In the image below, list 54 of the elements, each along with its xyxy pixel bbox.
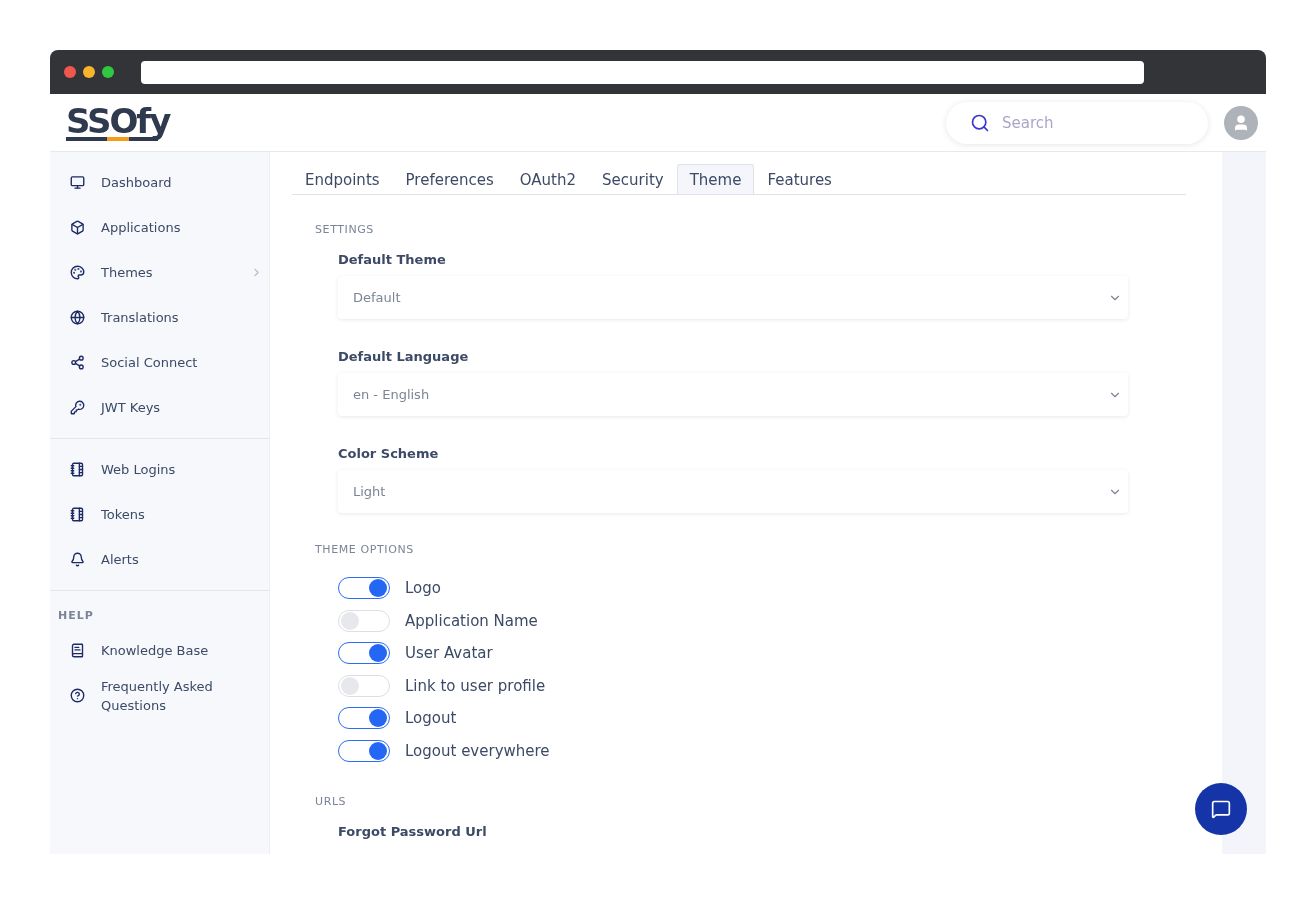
toggle-label: Link to user profile bbox=[405, 676, 546, 695]
cube-icon bbox=[70, 220, 85, 235]
sidebar-item[interactable]: Applications bbox=[50, 205, 269, 250]
address-bar[interactable] bbox=[141, 60, 1144, 84]
toggle-label: Application Name bbox=[405, 611, 538, 630]
search-field[interactable]: Search bbox=[946, 101, 1208, 144]
sidebar-item[interactable]: JWT Keys bbox=[50, 385, 269, 430]
select-field[interactable]: en - English bbox=[338, 373, 1128, 416]
close-dot[interactable] bbox=[64, 66, 76, 78]
search-icon bbox=[970, 112, 990, 133]
palette-icon bbox=[70, 265, 85, 280]
sidebar-item[interactable]: Social Connect bbox=[50, 340, 269, 385]
tab[interactable]: OAuth2 bbox=[506, 164, 590, 194]
sidebar-item[interactable]: Frequently Asked Questions bbox=[50, 673, 269, 718]
toggle-label: Logo bbox=[405, 579, 441, 598]
tab[interactable]: Features bbox=[754, 164, 845, 194]
toggle-label: Logout everywhere bbox=[405, 741, 550, 760]
sidebar-item[interactable]: Themes bbox=[50, 250, 269, 295]
tab[interactable]: Security bbox=[589, 164, 677, 194]
select-field[interactable]: Default bbox=[338, 276, 1128, 319]
chat-icon bbox=[1211, 799, 1231, 819]
sidebar-item[interactable]: Knowledge Base bbox=[50, 628, 269, 673]
help-icon bbox=[70, 688, 85, 703]
sidebar-item[interactable]: Dashboard bbox=[50, 160, 269, 205]
globe-icon bbox=[70, 310, 85, 325]
bell-icon bbox=[70, 552, 85, 567]
section-title: HELP bbox=[57, 608, 95, 624]
book-icon bbox=[70, 643, 85, 658]
sidebar-item[interactable]: Translations bbox=[50, 295, 269, 340]
sidebar-item[interactable]: Tokens bbox=[50, 492, 269, 537]
user-icon bbox=[1232, 113, 1250, 132]
field-label: Default Language bbox=[338, 349, 470, 364]
field-label: Default Theme bbox=[338, 252, 447, 267]
tab[interactable]: Endpoints bbox=[292, 164, 393, 194]
toggle-label: User Avatar bbox=[405, 644, 493, 663]
section-title: THEME OPTIONS bbox=[315, 543, 415, 556]
monitor-icon bbox=[70, 175, 85, 190]
select-field[interactable]: Light bbox=[338, 470, 1128, 513]
toggle-label: Logout bbox=[405, 709, 457, 728]
field-label: Color Scheme bbox=[338, 446, 440, 461]
section-title: URLS bbox=[315, 795, 348, 808]
tab[interactable]: Preferences bbox=[392, 164, 507, 194]
tab[interactable]: Theme bbox=[676, 164, 755, 194]
share-icon bbox=[70, 355, 85, 370]
maximize-dot[interactable] bbox=[102, 66, 114, 78]
sidebar-item[interactable]: Alerts bbox=[50, 537, 269, 582]
logo: SSOfy bbox=[66, 104, 170, 141]
notebook-icon bbox=[70, 507, 85, 522]
field-label: Forgot Password Url bbox=[338, 824, 488, 839]
minimize-dot[interactable] bbox=[83, 66, 95, 78]
notebook-icon bbox=[70, 462, 85, 477]
sidebar-item[interactable]: Web Logins bbox=[50, 447, 269, 492]
key-icon bbox=[70, 400, 85, 415]
section-title: SETTINGS bbox=[315, 223, 375, 236]
